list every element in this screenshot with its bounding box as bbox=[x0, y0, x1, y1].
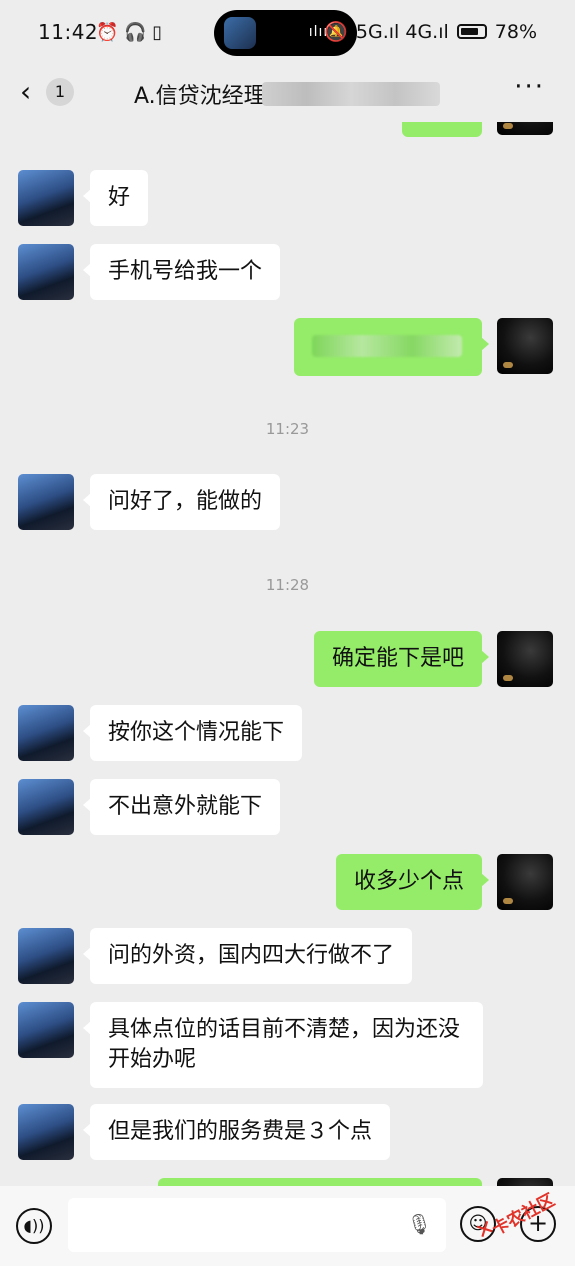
contact-avatar[interactable] bbox=[18, 928, 74, 984]
message-row: 问的外资，国内四大行做不了 bbox=[0, 928, 575, 1000]
message-bubble-self[interactable] bbox=[294, 318, 489, 376]
status-time: 11:42 bbox=[38, 20, 99, 44]
voice-icon[interactable]: ◖)) bbox=[16, 1208, 52, 1244]
back-icon[interactable]: ‹ bbox=[20, 78, 31, 106]
message-row: 方便 bbox=[0, 122, 575, 154]
self-avatar[interactable] bbox=[497, 122, 553, 135]
status-bar: 11:42 ⏰ 🎧 ▯ ılıılıı 🔕 5G.ıl 4G.ıl 78% bbox=[0, 0, 575, 66]
message-row: 不出意外就能下 bbox=[0, 779, 575, 851]
self-avatar[interactable] bbox=[497, 318, 553, 374]
message-row: 确定能下是吧 bbox=[0, 630, 575, 702]
message-bubble-contact[interactable]: 具体点位的话目前不清楚，因为还没开始办呢 bbox=[83, 1002, 483, 1088]
message-bubble-self[interactable]: 方便 bbox=[401, 122, 482, 137]
timestamp: 11:23 bbox=[265, 420, 310, 438]
status-left-icons: ⏰ 🎧 ▯ bbox=[96, 22, 163, 43]
media-thumbnail bbox=[224, 17, 256, 49]
redacted-title-part bbox=[262, 82, 440, 106]
message-row: 问好了，能做的 bbox=[0, 474, 575, 546]
message-bubble-contact[interactable]: 问的外资，国内四大行做不了 bbox=[82, 928, 413, 984]
redacted-phone-number bbox=[312, 335, 462, 357]
message-row: 按你这个情况能下 bbox=[0, 705, 575, 777]
chat-header: ‹ 1 A.信贷沈经理 ··· bbox=[0, 66, 575, 122]
message-input[interactable]: 🎙 bbox=[68, 1198, 446, 1252]
message-bubble-self[interactable]: 确定能下是吧 bbox=[313, 631, 490, 687]
contact-avatar[interactable] bbox=[18, 705, 74, 761]
message-bubble-contact[interactable]: 问好了，能做的 bbox=[82, 474, 281, 530]
contact-avatar[interactable] bbox=[18, 1002, 74, 1058]
battery-percent: 78% bbox=[494, 20, 537, 43]
message-row: 好 bbox=[0, 170, 575, 242]
message-bubble-contact[interactable]: 但是我们的服务费是３个点 bbox=[82, 1104, 391, 1160]
more-icon[interactable]: ··· bbox=[514, 72, 545, 102]
message-bubble-contact[interactable]: 好 bbox=[82, 170, 149, 226]
contact-avatar[interactable] bbox=[18, 244, 74, 300]
mute-icon: 🔕 bbox=[324, 21, 348, 43]
message-bubble-contact[interactable]: 手机号给我一个 bbox=[82, 244, 281, 300]
contact-avatar[interactable] bbox=[18, 779, 74, 835]
message-list[interactable]: 方便 好 手机号给我一个 11:23 问好了，能做的 11:28 确定能下是吧 … bbox=[0, 122, 575, 1186]
microphone-icon[interactable]: 🎙 bbox=[407, 1212, 432, 1236]
message-row: 具体点位的话目前不清楚，因为还没开始办呢 bbox=[0, 1002, 575, 1102]
timestamp: 11:28 bbox=[265, 576, 310, 594]
message-row: 收多少个点 bbox=[0, 853, 575, 925]
message-bubble-contact[interactable]: 按你这个情况能下 bbox=[82, 705, 303, 761]
battery-icon bbox=[456, 24, 487, 39]
status-right: 🔕 5G.ıl 4G.ıl 78% bbox=[324, 20, 537, 44]
self-avatar[interactable] bbox=[497, 854, 553, 910]
contact-avatar[interactable] bbox=[18, 170, 74, 226]
message-bubble-self[interactable]: 收多少个点 bbox=[335, 854, 490, 910]
message-bubble-self[interactable] bbox=[158, 1178, 482, 1186]
contact-avatar[interactable] bbox=[18, 474, 74, 530]
chat-title: A.信贷沈经理 bbox=[134, 84, 266, 109]
message-row bbox=[0, 1178, 575, 1186]
network-indicator: 5G.ıl 4G.ıl bbox=[355, 20, 449, 43]
unread-badge[interactable]: 1 bbox=[46, 78, 74, 106]
contact-avatar[interactable] bbox=[18, 1104, 74, 1160]
self-avatar[interactable] bbox=[497, 631, 553, 687]
message-row: 但是我们的服务费是３个点 bbox=[0, 1104, 575, 1176]
message-row bbox=[0, 318, 575, 390]
message-row: 手机号给我一个 bbox=[0, 244, 575, 316]
message-bubble-contact[interactable]: 不出意外就能下 bbox=[82, 779, 281, 835]
